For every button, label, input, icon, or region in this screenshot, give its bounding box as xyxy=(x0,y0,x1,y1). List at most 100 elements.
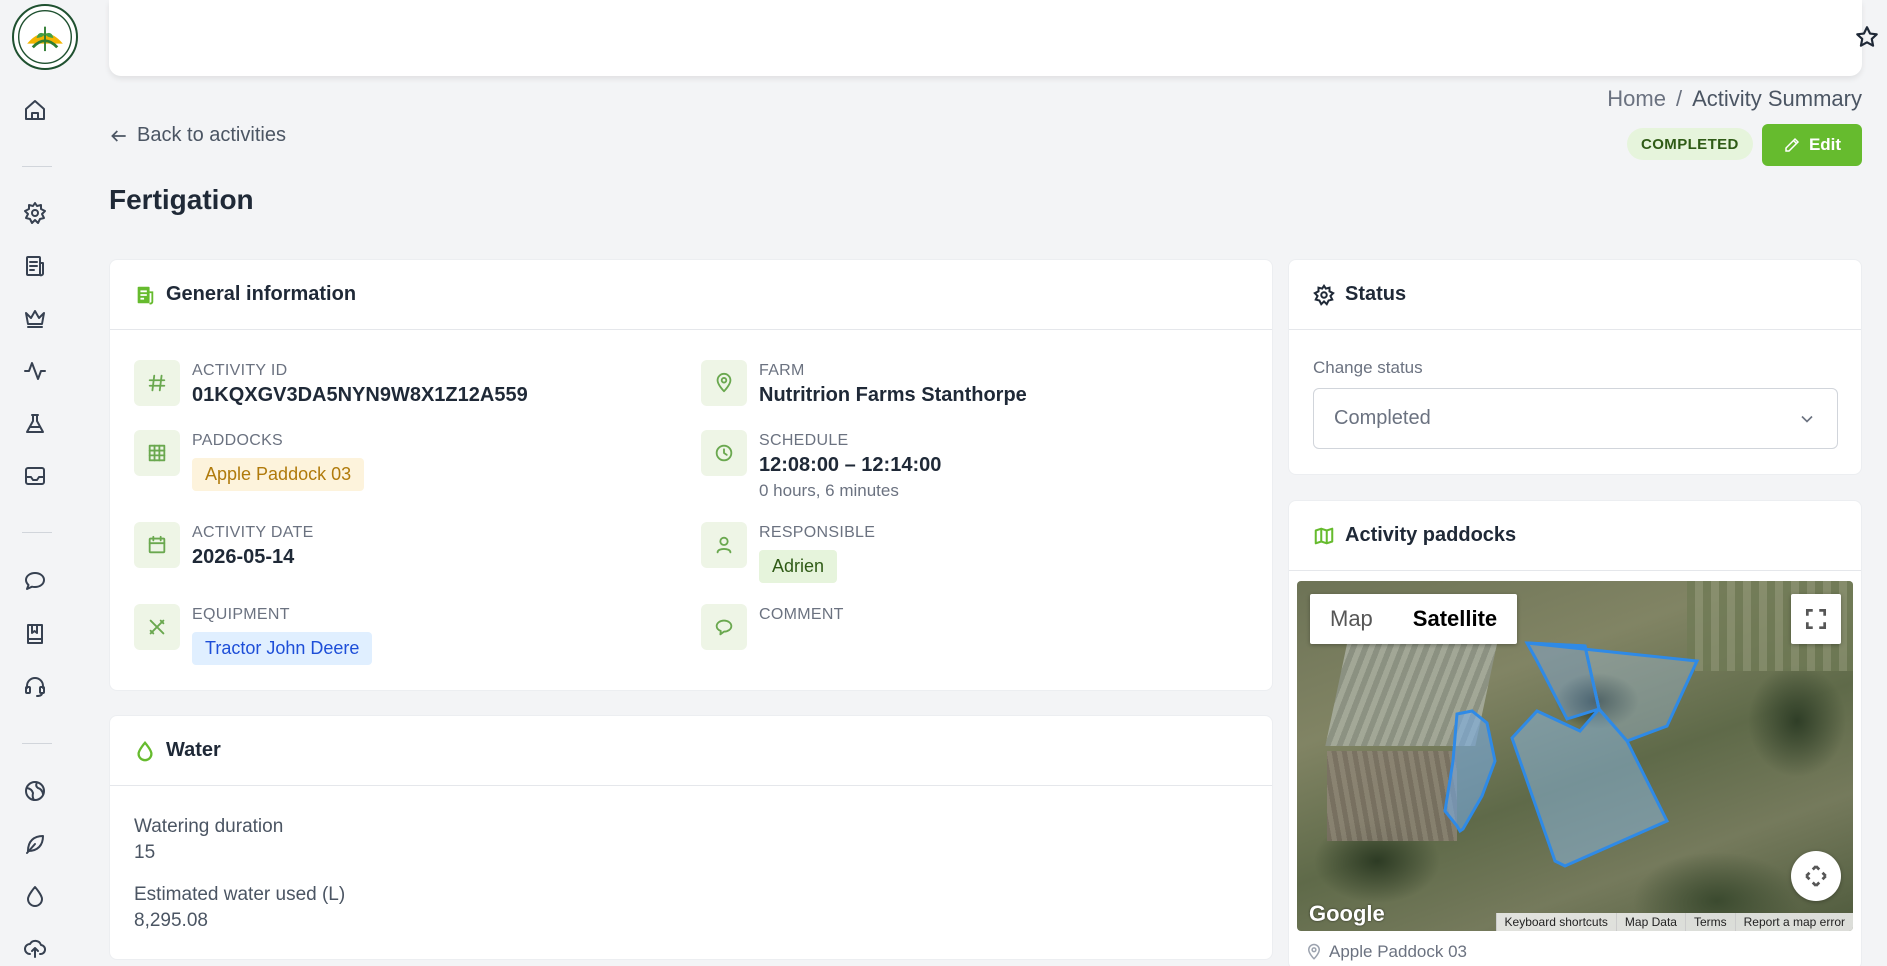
paddocks-field: PADDOCKS Apple Paddock 03 xyxy=(134,430,365,491)
status-card: Status Change status Completed xyxy=(1288,259,1862,475)
arrow-left-icon xyxy=(111,129,126,142)
star-icon[interactable] xyxy=(1854,24,1880,50)
responsible-label: RESPONSIBLE xyxy=(759,524,876,541)
paddock-tag[interactable]: Apple Paddock 03 xyxy=(192,458,365,491)
crown-icon[interactable] xyxy=(19,302,51,334)
headset-icon[interactable] xyxy=(19,670,51,702)
card-header: Water xyxy=(110,716,1272,786)
satellite-tab[interactable]: Satellite xyxy=(1393,594,1517,644)
move-icon xyxy=(1805,865,1827,887)
breadcrumb-home[interactable]: Home xyxy=(1607,86,1666,112)
farm-label: FARM xyxy=(759,362,805,379)
breadcrumb-current: Activity Summary xyxy=(1692,86,1862,111)
google-logo: Google xyxy=(1309,901,1385,926)
top-bar xyxy=(109,0,1878,76)
paddock-caption-label: Apple Paddock 03 xyxy=(1329,942,1467,961)
leaf-icon[interactable] xyxy=(19,828,51,860)
breadcrumb-separator: / xyxy=(1675,86,1683,111)
sidebar-divider xyxy=(22,532,52,533)
estimated-water-label: Estimated water used (L) xyxy=(134,884,346,905)
paddocks-label: PADDOCKS xyxy=(192,432,284,449)
keyboard-shortcuts-link[interactable]: Keyboard shortcuts xyxy=(1495,913,1616,931)
general-information-card: General information ACTIVITY ID 01KQXGV3… xyxy=(109,259,1273,691)
calendar-icon xyxy=(134,522,180,568)
report-map-error-link[interactable]: Report a map error xyxy=(1734,913,1853,931)
card-title: Water xyxy=(166,739,221,761)
map-icon xyxy=(1314,527,1334,544)
inbox-icon[interactable] xyxy=(19,460,51,492)
comment-label: COMMENT xyxy=(759,606,844,623)
back-link-label: Back to activities xyxy=(137,124,286,146)
fullscreen-icon xyxy=(1805,608,1827,630)
activity-id-field: ACTIVITY ID 01KQXGV3DA5NYN9W8X1Z12A559 xyxy=(134,360,528,407)
hash-icon xyxy=(134,360,180,406)
camera-control-button[interactable] xyxy=(1791,851,1841,901)
farm-logo[interactable] xyxy=(12,4,78,70)
edit-button[interactable]: Edit xyxy=(1762,124,1862,166)
map-tab[interactable]: Map xyxy=(1310,594,1393,644)
sidebar-divider xyxy=(22,743,52,744)
user-icon xyxy=(701,522,747,568)
card-header: Status xyxy=(1289,260,1861,330)
map-pin-icon xyxy=(1307,943,1321,960)
status-select-value: Completed xyxy=(1334,407,1431,429)
activity-paddocks-card: Activity paddocks Map Satellite Google K… xyxy=(1288,500,1862,966)
flask-icon[interactable] xyxy=(19,408,51,440)
equipment-tag[interactable]: Tractor John Deere xyxy=(192,632,373,665)
droplet-icon xyxy=(137,740,153,761)
droplet-icon[interactable] xyxy=(19,880,51,912)
settings-icon[interactable] xyxy=(19,197,51,229)
estimated-water-value: 8,295.08 xyxy=(134,910,208,931)
map-attribution: Keyboard shortcuts Map Data Terms Report… xyxy=(1495,913,1853,931)
pencil-icon xyxy=(1785,137,1799,152)
responsible-tag[interactable]: Adrien xyxy=(759,550,838,583)
card-header: General information xyxy=(110,260,1272,330)
activity-id-label: ACTIVITY ID xyxy=(192,362,288,379)
cloud-upload-icon[interactable] xyxy=(19,932,51,964)
equipment-label: EQUIPMENT xyxy=(192,606,290,623)
water-card: Water Watering duration 15 Estimated wat… xyxy=(109,715,1273,960)
tools-icon xyxy=(134,604,180,650)
schedule-value: 12:08:00 – 12:14:00 xyxy=(759,454,942,476)
card-title: General information xyxy=(166,283,357,305)
sidebar xyxy=(0,0,78,966)
settings-icon xyxy=(1313,283,1335,306)
chat-icon[interactable] xyxy=(19,565,51,597)
fullscreen-button[interactable] xyxy=(1791,594,1841,644)
back-to-activities-link[interactable]: Back to activities xyxy=(109,124,286,147)
activity-id-value: 01KQXGV3DA5NYN9W8X1Z12A559 xyxy=(192,384,528,406)
satellite-map[interactable]: Map Satellite Google Keyboard shortcuts … xyxy=(1297,581,1853,931)
schedule-label: SCHEDULE xyxy=(759,432,849,449)
activity-date-value: 2026-05-14 xyxy=(192,546,295,568)
change-status-label: Change status xyxy=(1313,358,1423,377)
document-icon xyxy=(137,286,154,304)
card-header: Activity paddocks xyxy=(1289,501,1861,571)
terms-link[interactable]: Terms xyxy=(1684,913,1735,931)
status-select[interactable]: Completed xyxy=(1313,388,1838,449)
comment-icon xyxy=(701,604,747,650)
home-icon[interactable] xyxy=(19,94,51,126)
activity-date-field: ACTIVITY DATE 2026-05-14 xyxy=(134,522,314,569)
breadcrumb: Home / Activity Summary xyxy=(1607,86,1862,112)
paddock-caption: Apple Paddock 03 xyxy=(1305,942,1467,962)
card-title: Status xyxy=(1345,283,1407,305)
grid-icon xyxy=(134,430,180,476)
map-data-link[interactable]: Map Data xyxy=(1615,913,1685,931)
status-badge: COMPLETED xyxy=(1627,128,1753,160)
activity-icon[interactable] xyxy=(19,355,51,387)
sidebar-divider xyxy=(22,166,52,167)
map-type-toggle: Map Satellite xyxy=(1310,594,1518,644)
responsible-field: RESPONSIBLE Adrien xyxy=(701,522,875,583)
watering-duration-label: Watering duration xyxy=(134,816,284,837)
book-icon[interactable] xyxy=(19,618,51,650)
report-icon[interactable] xyxy=(19,250,51,282)
edit-button-label: Edit xyxy=(1808,135,1842,154)
activity-date-label: ACTIVITY DATE xyxy=(192,524,314,541)
watering-duration-value: 15 xyxy=(134,842,156,863)
chevron-down-icon xyxy=(1801,415,1813,423)
globe-icon[interactable] xyxy=(19,775,51,807)
page-title: Fertigation xyxy=(109,184,254,215)
clock-icon xyxy=(701,430,747,476)
map-pin-icon xyxy=(701,360,747,406)
equipment-field: EQUIPMENT Tractor John Deere xyxy=(134,604,373,665)
